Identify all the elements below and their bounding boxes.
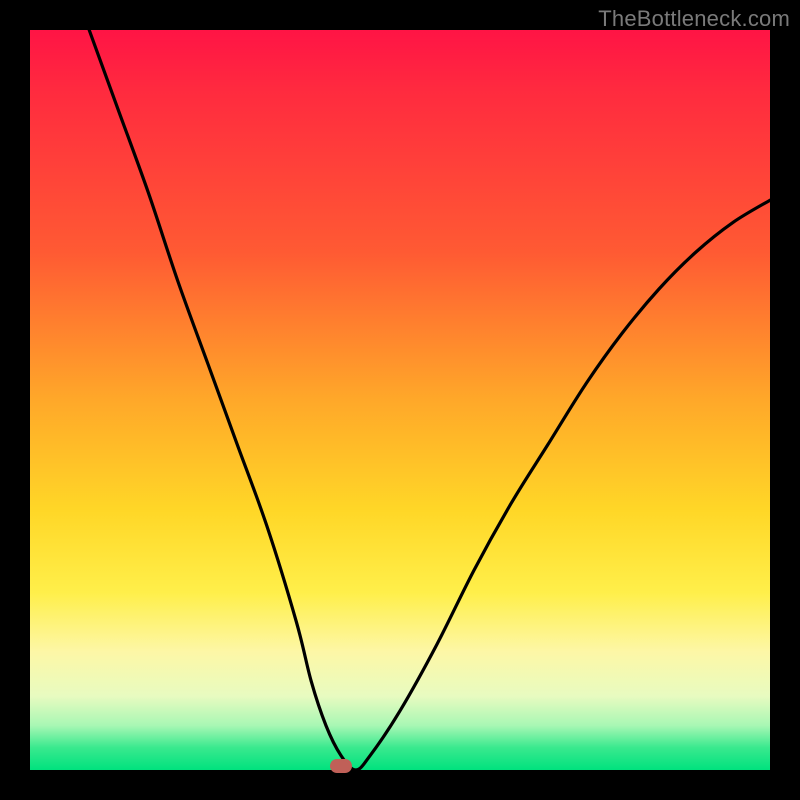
optimum-marker bbox=[330, 759, 352, 773]
bottleneck-curve bbox=[30, 30, 770, 770]
watermark-text: TheBottleneck.com bbox=[598, 6, 790, 32]
curve-path bbox=[89, 30, 770, 770]
plot-area bbox=[30, 30, 770, 770]
chart-frame: TheBottleneck.com bbox=[0, 0, 800, 800]
